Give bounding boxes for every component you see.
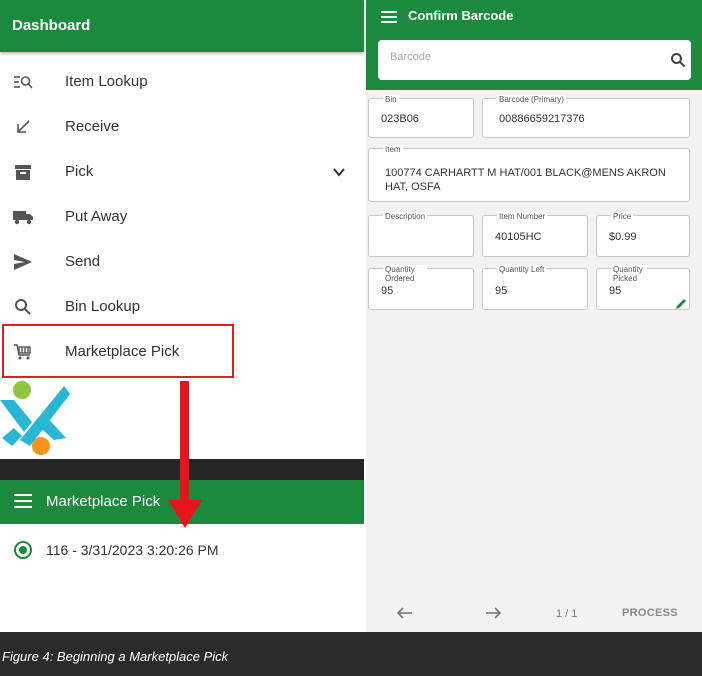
price-field[interactable]: Price $0.99 — [596, 212, 690, 257]
menu-item-label: Receive — [65, 118, 120, 135]
figure-caption-bar: Figure 4: Beginning a Marketplace Pick — [0, 632, 702, 676]
quantity-ordered-label: Quantity Ordered — [383, 265, 427, 283]
red-arrow-shaft — [180, 381, 189, 502]
barcode-primary-label: Barcode (Primary) — [497, 95, 566, 104]
barcode-primary-field[interactable]: Barcode (Primary) 00886659217376 — [482, 95, 690, 138]
dashboard-header: Dashboard — [0, 0, 364, 52]
quantity-ordered-field[interactable]: Quantity Ordered 95 — [368, 265, 474, 310]
menu-item-item-lookup[interactable]: Item Lookup — [0, 59, 364, 104]
marketplace-pick-highlight-box — [2, 324, 234, 378]
menu-item-receive[interactable]: Receive — [0, 104, 364, 149]
quantity-left-field[interactable]: Quantity Left 95 — [482, 265, 588, 310]
pagination-footer: 1 / 1 PROCESS — [366, 596, 702, 632]
quantity-picked-value: 95 — [609, 285, 622, 297]
quantity-left-label: Quantity Left — [497, 265, 547, 274]
menu-item-bin-lookup[interactable]: Bin Lookup — [0, 284, 364, 329]
hamburger-menu-icon[interactable] — [14, 494, 32, 508]
company-logo — [0, 380, 72, 460]
menu-item-label: Pick — [65, 163, 94, 180]
arrow-right-icon[interactable] — [484, 606, 502, 620]
menu-item-label: Bin Lookup — [65, 298, 141, 315]
radio-selected-icon[interactable] — [14, 541, 32, 559]
barcode-search-box — [378, 40, 691, 80]
quantity-ordered-value: 95 — [381, 285, 394, 297]
search-icon[interactable] — [670, 52, 686, 68]
confirm-barcode-header: Confirm Barcode — [366, 0, 702, 90]
item-number-value: 40105HC — [495, 231, 542, 243]
quantity-picked-field[interactable]: Quantity Picked 95 — [596, 265, 690, 310]
menu-item-pick[interactable]: Pick — [0, 149, 364, 194]
pencil-edit-icon[interactable] — [675, 297, 687, 309]
arrow-left-icon[interactable] — [396, 606, 414, 620]
dashboard-panel: Dashboard Item Lookup Receive Pick Put A… — [0, 0, 364, 632]
marketplace-pick-entry[interactable]: 116 - 3/31/2023 3:20:26 PM — [14, 541, 219, 559]
menu-item-label: Item Lookup — [65, 73, 148, 90]
bin-value: 023B06 — [381, 113, 419, 125]
bin-field[interactable]: Bin 023B06 — [368, 95, 474, 138]
red-arrow-head-icon — [168, 500, 202, 528]
process-button[interactable]: PROCESS — [622, 607, 678, 619]
hamburger-menu-icon[interactable] — [381, 10, 397, 23]
quantity-left-value: 95 — [495, 285, 508, 297]
send-icon — [12, 251, 34, 273]
item-number-field[interactable]: Item Number 40105HC — [482, 212, 588, 257]
archive-box-icon — [12, 161, 34, 183]
description-label: Description — [383, 212, 428, 221]
dashboard-title: Dashboard — [12, 17, 91, 34]
item-value: 100774 CARHARTT M HAT/001 BLACK@MENS AKR… — [385, 167, 666, 193]
item-number-label: Item Number — [497, 212, 548, 221]
barcode-input[interactable] — [390, 51, 650, 63]
page-indicator: 1 / 1 — [556, 608, 578, 620]
truck-icon — [12, 206, 34, 228]
barcode-primary-value: 00886659217376 — [499, 113, 585, 125]
confirm-barcode-panel: Confirm Barcode Bin 023B06 Barcode (Prim… — [366, 0, 702, 632]
price-label: Price — [611, 212, 634, 221]
item-label: Item — [383, 145, 403, 154]
list-search-icon — [12, 71, 34, 93]
description-field[interactable]: Description — [368, 212, 474, 257]
menu-item-send[interactable]: Send — [0, 239, 364, 284]
menu-item-label: Put Away — [65, 208, 128, 225]
menu-item-put-away[interactable]: Put Away — [0, 194, 364, 239]
arrow-down-left-icon — [12, 116, 34, 138]
menu-item-label: Send — [65, 253, 101, 270]
chevron-down-icon[interactable] — [332, 165, 346, 179]
price-value: $0.99 — [609, 231, 637, 243]
confirm-barcode-title: Confirm Barcode — [408, 8, 514, 23]
figure-caption: Figure 4: Beginning a Marketplace Pick — [2, 649, 229, 664]
marketplace-pick-title: Marketplace Pick — [46, 493, 161, 510]
bin-label: Bin — [383, 95, 399, 104]
quantity-picked-label: Quantity Picked — [611, 265, 647, 283]
search-icon — [12, 296, 34, 318]
marketplace-pick-entry-label: 116 - 3/31/2023 3:20:26 PM — [46, 542, 219, 558]
item-field[interactable]: Item 100774 CARHARTT M HAT/001 BLACK@MEN… — [368, 145, 690, 202]
